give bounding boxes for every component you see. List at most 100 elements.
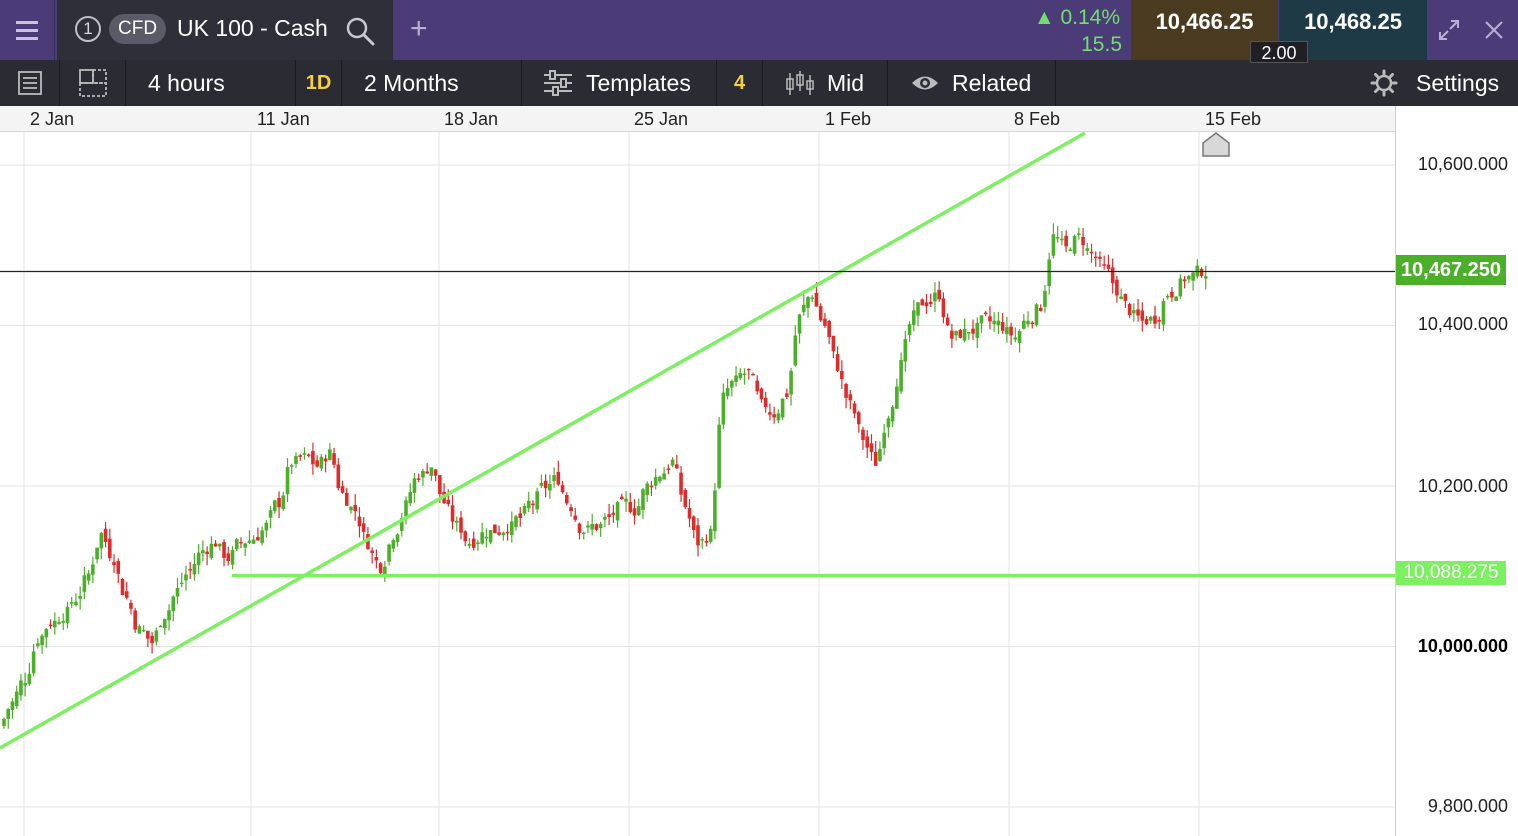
candle-body	[133, 610, 137, 630]
candle-body	[44, 628, 49, 638]
candle-body	[1161, 301, 1166, 325]
candle-body	[806, 296, 810, 308]
candle-body	[226, 553, 231, 562]
candle-body	[890, 406, 895, 422]
candle-body	[1030, 322, 1035, 325]
candle-body	[971, 328, 975, 334]
price-tick: 10,400.000	[1417, 314, 1508, 334]
tab-number: 1	[75, 16, 101, 42]
candle-body	[979, 315, 984, 324]
candle-body	[742, 373, 747, 376]
menu-icon[interactable]	[0, 0, 55, 60]
settings-button[interactable]: Settings	[1366, 60, 1518, 106]
search-icon[interactable]	[345, 16, 375, 46]
candle-body	[801, 304, 806, 312]
candle-body	[425, 471, 429, 474]
candle-body	[137, 626, 142, 634]
settings-label: Settings	[1416, 69, 1500, 96]
candle-body	[391, 540, 396, 549]
home-icon	[1202, 132, 1230, 157]
candle-body	[937, 289, 941, 300]
candle-body	[827, 320, 831, 338]
candle-body	[611, 512, 616, 515]
candle-body	[751, 373, 755, 376]
candle-body	[696, 525, 700, 546]
candle-body	[1098, 256, 1102, 259]
candle-body	[911, 310, 916, 325]
candle-body	[797, 314, 802, 334]
candle-body	[878, 449, 882, 461]
candle-body	[1017, 331, 1022, 344]
current-price-tag: 10,467.250	[1396, 255, 1506, 285]
candle-body	[103, 528, 108, 542]
candle-body	[687, 508, 692, 519]
candle-body	[810, 297, 815, 299]
candle-body	[1102, 264, 1107, 266]
candle-body	[1115, 279, 1119, 296]
candle-body	[36, 643, 40, 646]
templates-button[interactable]: Templates	[522, 60, 717, 106]
candle-body	[958, 330, 963, 338]
period-selector[interactable]: 2 Months	[342, 60, 522, 106]
indicator-count[interactable]: 4	[717, 60, 763, 106]
candle-body	[1085, 248, 1090, 251]
candle-body	[416, 478, 421, 480]
candle-body	[1072, 235, 1077, 254]
candle-body	[607, 514, 611, 518]
candle-body	[69, 602, 74, 604]
candle-body	[586, 525, 590, 528]
candle-body	[624, 498, 628, 502]
layout-button[interactable]	[60, 60, 126, 106]
candle-body	[484, 536, 489, 539]
candle-body	[928, 301, 933, 305]
candle-body	[933, 292, 937, 302]
candle-body	[361, 523, 366, 532]
candle-body	[247, 540, 252, 543]
candle-body	[412, 478, 417, 493]
candle-body	[632, 508, 637, 516]
candle-body	[962, 328, 967, 341]
candle-body	[844, 383, 848, 398]
line-price-tag[interactable]: 10,088.275	[1396, 561, 1506, 585]
candle-body	[264, 522, 269, 531]
candle-body	[501, 532, 506, 536]
candle-body	[983, 312, 988, 315]
add-icon[interactable]: +	[410, 12, 428, 46]
candle-body	[82, 575, 87, 592]
candle-body	[907, 324, 912, 336]
candle-body	[941, 298, 946, 318]
list-view-button[interactable]	[0, 60, 60, 106]
candle-body	[10, 701, 15, 710]
candle-body	[1110, 267, 1115, 284]
candle-body	[996, 320, 1001, 326]
candle-body	[150, 635, 154, 644]
related-button[interactable]: Related	[888, 60, 1056, 106]
price-mode-selector[interactable]: Mid	[763, 60, 888, 106]
candle-body	[459, 517, 463, 533]
candle-body	[789, 370, 793, 395]
close-icon[interactable]	[1482, 18, 1506, 42]
candle-body	[340, 486, 345, 493]
candle-body	[1093, 256, 1098, 259]
interval-selector[interactable]: 4 hours	[126, 60, 296, 106]
expand-icon[interactable]	[1437, 18, 1461, 42]
candle-body	[1187, 276, 1191, 280]
candlestick-series	[2, 223, 1208, 729]
candle-body	[107, 538, 112, 559]
candle-body	[408, 492, 413, 504]
candle-body	[213, 543, 218, 547]
chart-type-badge[interactable]: 1D	[296, 60, 342, 106]
candle-body	[954, 331, 958, 336]
price-chart[interactable]	[0, 132, 1395, 836]
candle-body	[323, 458, 328, 462]
candle-body	[1174, 296, 1178, 301]
instrument-tab[interactable]: 1 CFD UK 100 - Cash	[57, 0, 393, 60]
candle-body	[281, 495, 286, 509]
candle-body	[1123, 293, 1128, 301]
candle-body	[683, 489, 688, 508]
candle-body	[840, 370, 844, 380]
candle-body	[463, 531, 468, 542]
candle-body	[628, 501, 633, 513]
candles-icon	[786, 71, 814, 95]
candle-body	[99, 532, 104, 549]
